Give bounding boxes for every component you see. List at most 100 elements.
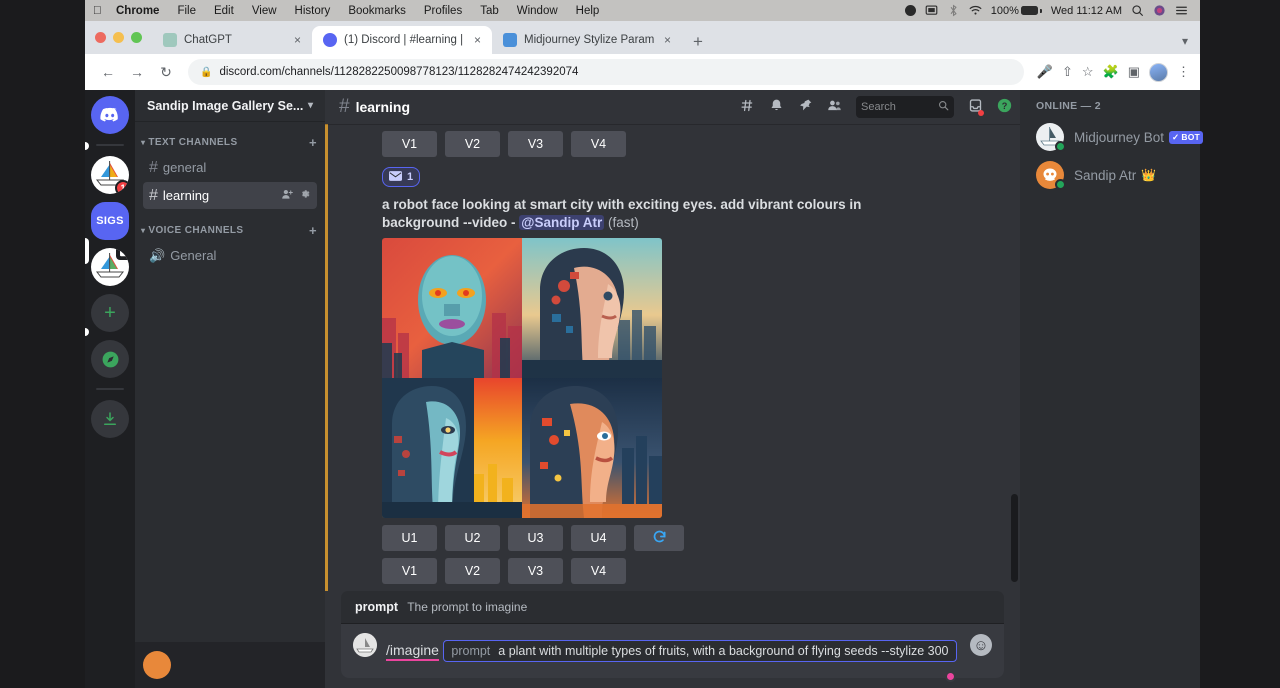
server-boat-2[interactable] bbox=[91, 248, 129, 286]
address-bar[interactable]: 🔒 discord.com/channels/11282822500987781… bbox=[188, 59, 1024, 85]
mj-button-v1[interactable]: V1 bbox=[382, 131, 437, 157]
tab-discord[interactable]: (1) Discord | #learning | Sandip × bbox=[312, 26, 492, 54]
record-icon[interactable] bbox=[905, 5, 916, 16]
create-channel-button[interactable]: + bbox=[309, 135, 317, 150]
minimize-window-button[interactable] bbox=[113, 32, 124, 43]
menu-window[interactable]: Window bbox=[508, 5, 567, 17]
mj-button-v3[interactable]: V3 bbox=[508, 131, 563, 157]
download-apps-button[interactable] bbox=[91, 400, 129, 438]
share-icon[interactable]: ⇧ bbox=[1062, 64, 1073, 80]
sidebar-channel-general[interactable]: # general bbox=[143, 154, 317, 181]
image-quadrant-3[interactable] bbox=[382, 378, 522, 518]
help-icon[interactable]: ? bbox=[997, 98, 1012, 116]
sidebar-channel-voice-general[interactable]: 🔊 General bbox=[143, 242, 317, 269]
menu-view[interactable]: View bbox=[243, 5, 286, 17]
mj-button-u4[interactable]: U4 bbox=[571, 525, 626, 551]
image-quadrant-2[interactable] bbox=[522, 238, 662, 378]
server-sandip-gallery[interactable]: 1 bbox=[91, 156, 129, 194]
extensions-icon[interactable]: 🧩 bbox=[1103, 64, 1119, 80]
midjourney-image-grid[interactable] bbox=[382, 238, 662, 518]
menu-chrome[interactable]: Chrome bbox=[107, 5, 168, 17]
member-row-sandip-atr[interactable]: Sandip Atr 👑 bbox=[1028, 156, 1192, 194]
message-list[interactable]: V1 V2 V3 V4 1 a robot face lo bbox=[325, 124, 1020, 591]
inbox-icon[interactable] bbox=[968, 98, 983, 116]
mj-button-v1-b[interactable]: V1 bbox=[382, 558, 437, 584]
category-text-channels[interactable]: ▾ TEXT CHANNELS + bbox=[135, 131, 325, 153]
avatar[interactable] bbox=[143, 651, 171, 679]
discord-home-button[interactable] bbox=[91, 96, 129, 134]
chevron-down-icon[interactable]: ▾ bbox=[308, 100, 313, 111]
member-name-text: Midjourney Bot bbox=[1074, 130, 1164, 145]
tab-close-icon[interactable]: × bbox=[291, 33, 304, 47]
member-row-midjourney-bot[interactable]: Midjourney Bot ✓BOT bbox=[1028, 118, 1192, 156]
recording-indicator-dot bbox=[945, 671, 956, 682]
member-list-icon[interactable] bbox=[827, 98, 842, 116]
menu-help[interactable]: Help bbox=[567, 5, 609, 17]
rail-divider bbox=[96, 144, 124, 146]
emoji-icon[interactable]: ☺ bbox=[970, 634, 992, 656]
user-panel[interactable] bbox=[135, 642, 325, 688]
mj-button-row-v: V1 V2 V3 V4 bbox=[382, 558, 1004, 584]
add-member-icon[interactable] bbox=[281, 188, 294, 204]
reload-button[interactable]: ↻ bbox=[153, 59, 179, 85]
menu-tab[interactable]: Tab bbox=[471, 5, 508, 17]
new-tab-button[interactable]: + bbox=[682, 33, 714, 54]
explore-servers-button[interactable] bbox=[91, 340, 129, 378]
image-quadrant-4[interactable] bbox=[522, 378, 662, 518]
mj-button-v3-b[interactable]: V3 bbox=[508, 558, 563, 584]
mj-button-reroll[interactable] bbox=[634, 525, 684, 551]
siri-icon[interactable] bbox=[1153, 4, 1166, 17]
mj-button-u2[interactable]: U2 bbox=[445, 525, 500, 551]
menu-edit[interactable]: Edit bbox=[205, 5, 243, 17]
apple-menu-icon[interactable]:  bbox=[93, 5, 107, 17]
bookmark-star-icon[interactable]: ☆ bbox=[1082, 64, 1094, 80]
bluetooth-icon[interactable] bbox=[947, 4, 960, 17]
settings-gear-icon[interactable] bbox=[299, 188, 311, 203]
add-server-button[interactable]: + bbox=[91, 294, 129, 332]
menu-history[interactable]: History bbox=[286, 5, 340, 17]
mj-button-u1[interactable]: U1 bbox=[382, 525, 437, 551]
back-button[interactable]: ← bbox=[95, 59, 121, 85]
mj-button-v4-b[interactable]: V4 bbox=[571, 558, 626, 584]
status-indicator-online bbox=[1055, 141, 1066, 152]
threads-icon[interactable] bbox=[740, 98, 755, 116]
server-sigs[interactable]: SIGS bbox=[91, 202, 129, 240]
tab-close-icon[interactable]: × bbox=[471, 33, 484, 47]
tab-close-icon[interactable]: × bbox=[661, 33, 674, 47]
maximize-window-button[interactable] bbox=[131, 32, 142, 43]
wifi-icon[interactable] bbox=[969, 4, 982, 17]
mj-button-v2-b[interactable]: V2 bbox=[445, 558, 500, 584]
menu-file[interactable]: File bbox=[168, 5, 205, 17]
mic-icon[interactable]: 🎤 bbox=[1037, 64, 1053, 80]
user-mention[interactable]: @Sandip Atr bbox=[519, 215, 604, 230]
menu-bookmarks[interactable]: Bookmarks bbox=[339, 5, 415, 17]
chrome-menu-icon[interactable]: ⋮ bbox=[1177, 64, 1190, 80]
category-voice-channels[interactable]: ▾ VOICE CHANNELS + bbox=[135, 219, 325, 241]
menu-profiles[interactable]: Profiles bbox=[415, 5, 471, 17]
close-window-button[interactable] bbox=[95, 32, 106, 43]
tab-chatgpt[interactable]: ChatGPT × bbox=[152, 26, 312, 54]
tab-list-chevron-icon[interactable]: ▾ bbox=[1170, 34, 1200, 54]
side-panel-icon[interactable]: ▣ bbox=[1128, 64, 1140, 80]
mj-button-u3[interactable]: U3 bbox=[508, 525, 563, 551]
message-scrollbar[interactable] bbox=[1011, 494, 1018, 582]
mj-button-v4[interactable]: V4 bbox=[571, 131, 626, 157]
sidebar-channel-learning[interactable]: # learning bbox=[143, 182, 317, 209]
battery-icon[interactable]: 100% bbox=[991, 5, 1042, 17]
screen-mirror-icon[interactable] bbox=[925, 4, 938, 17]
spotlight-search-icon[interactable] bbox=[1131, 4, 1144, 17]
create-voice-channel-button[interactable]: + bbox=[309, 223, 317, 238]
profile-avatar[interactable] bbox=[1149, 63, 1168, 82]
notification-bell-icon[interactable] bbox=[769, 98, 784, 116]
search-input[interactable]: Search bbox=[856, 96, 954, 118]
reaction-envelope-top[interactable]: 1 bbox=[382, 167, 420, 187]
pinned-messages-icon[interactable] bbox=[798, 98, 813, 116]
forward-button[interactable]: → bbox=[124, 59, 150, 85]
tab-midjourney-stylize[interactable]: Midjourney Stylize Parameter × bbox=[492, 26, 682, 54]
message-input-bar[interactable]: /imagine prompt a plant with multiple ty… bbox=[341, 624, 1004, 678]
command-argument[interactable]: prompt a plant with multiple types of fr… bbox=[443, 640, 956, 662]
server-header[interactable]: Sandip Image Gallery Se... ▾ bbox=[135, 90, 325, 121]
image-quadrant-1[interactable] bbox=[382, 238, 522, 378]
control-center-icon[interactable] bbox=[1175, 4, 1188, 17]
mj-button-v2[interactable]: V2 bbox=[445, 131, 500, 157]
